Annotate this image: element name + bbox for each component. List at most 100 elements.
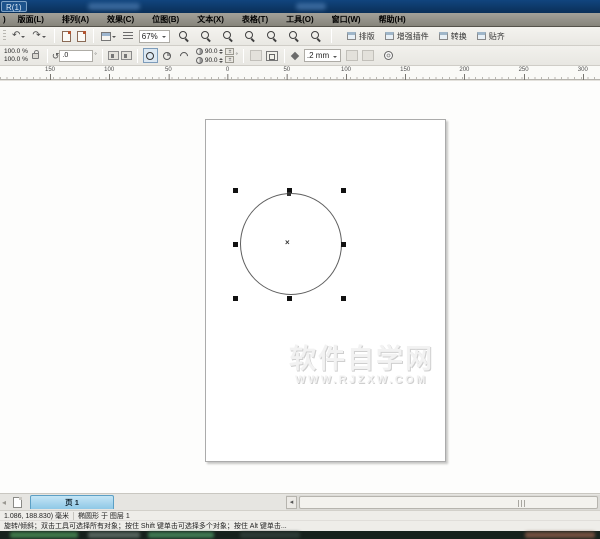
zoom-level-combobox[interactable]: 67% xyxy=(139,30,170,43)
menu-item[interactable]: 表格(T) xyxy=(233,14,277,25)
chevron-down-icon[interactable] xyxy=(21,36,25,40)
menu-item[interactable]: 效果(C) xyxy=(98,14,143,25)
taskbar-item[interactable] xyxy=(10,532,78,538)
ruler-label: 0 xyxy=(226,67,229,73)
selection-handle-bottom-left[interactable] xyxy=(233,296,238,301)
taskbar-item[interactable] xyxy=(148,532,214,538)
scrollbar-grip[interactable] xyxy=(518,500,525,507)
toolbar-text-button[interactable]: 增强插件 xyxy=(385,31,429,42)
menu-item[interactable]: 文本(X) xyxy=(188,14,233,25)
page-tab-1[interactable]: 页 1 xyxy=(30,495,114,509)
pie-mode-button[interactable] xyxy=(160,48,175,63)
window-icon xyxy=(439,32,448,40)
zoom-in-button[interactable] xyxy=(174,29,194,43)
scale-h-value[interactable]: 100.0 xyxy=(4,48,20,55)
zoom-out-button[interactable] xyxy=(196,29,216,43)
toolbar-text-button[interactable]: 转换 xyxy=(439,31,467,42)
object-center-mark[interactable]: × xyxy=(285,239,290,247)
toolbar-grip[interactable] xyxy=(3,30,6,42)
outline-width-combobox[interactable]: .2 mm xyxy=(304,49,341,62)
ruler-label: 250 xyxy=(519,67,529,73)
document-page[interactable]: 软件自学网 WWW.RJZXW.COM xyxy=(205,119,446,462)
ellipse-top-node[interactable] xyxy=(287,192,291,196)
ruler-label: 50 xyxy=(283,67,290,73)
taskbar-item[interactable] xyxy=(240,532,300,538)
angle-spinners[interactable] xyxy=(219,47,223,65)
toolbar-text-button-label: 贴齐 xyxy=(489,31,505,42)
toolbar-text-button[interactable]: 贴齐 xyxy=(477,31,505,42)
selection-handle-top-left[interactable] xyxy=(233,188,238,193)
selection-handle-middle-left[interactable] xyxy=(233,242,238,247)
mirror-vertical-icon[interactable] xyxy=(121,51,132,60)
zoom-all-objects-button[interactable] xyxy=(240,29,260,43)
outline-width-value: .2 mm xyxy=(307,51,329,60)
scroll-left-button[interactable]: ◂ xyxy=(286,496,297,509)
spinner-down-icon[interactable] xyxy=(219,61,223,65)
counterclockwise-button[interactable]: ± xyxy=(225,56,234,63)
menu-bar-items: 版面(L)排列(A)效果(C)位图(B)文本(X)表格(T)工具(O)窗口(W)… xyxy=(9,14,415,25)
menu-item[interactable]: 版面(L) xyxy=(9,14,53,25)
horizontal-scrollbar[interactable]: ◂ xyxy=(286,495,600,510)
app-launcher-button[interactable] xyxy=(99,31,119,42)
menu-item-partial[interactable]: ) xyxy=(0,15,9,24)
import-button[interactable] xyxy=(60,30,73,43)
horizontal-ruler[interactable]: 15010050050100150200250300 xyxy=(0,66,600,80)
zoom-page-button[interactable] xyxy=(262,29,282,43)
toolbar-text-button-label: 增强插件 xyxy=(397,31,429,42)
taskbar-item[interactable] xyxy=(88,532,140,538)
percent-label: % xyxy=(22,48,28,55)
spinner-up-icon[interactable] xyxy=(219,47,223,51)
export-button[interactable] xyxy=(75,30,88,43)
toolbar-separator xyxy=(331,29,332,43)
zoom-page-width-button[interactable] xyxy=(284,29,304,43)
app-launcher-icon xyxy=(101,32,111,41)
convert-to-curves-icon[interactable] xyxy=(266,51,278,61)
zoom-selected-button[interactable] xyxy=(218,29,238,43)
menu-item[interactable]: 排列(A) xyxy=(53,14,98,25)
menu-item[interactable]: 位图(B) xyxy=(143,14,188,25)
ellipse-mode-button[interactable] xyxy=(143,48,158,63)
taskbar[interactable] xyxy=(0,531,600,539)
selection-handle-top-right[interactable] xyxy=(341,188,346,193)
drawing-canvas[interactable]: 软件自学网 WWW.RJZXW.COM × xyxy=(0,80,600,493)
menu-item[interactable]: 窗口(W) xyxy=(323,14,370,25)
chevron-down-icon[interactable] xyxy=(112,36,116,40)
welcome-screen-button[interactable] xyxy=(121,31,135,42)
undo-button[interactable]: ↶ xyxy=(10,30,28,42)
lock-ratio-icon[interactable] xyxy=(32,53,39,59)
chevron-down-icon[interactable] xyxy=(42,36,46,40)
selection-handle-bottom-right[interactable] xyxy=(341,296,346,301)
clockwise-button[interactable]: ± xyxy=(225,48,234,55)
undo-icon: ↶ xyxy=(12,31,20,41)
window-icon xyxy=(347,32,356,40)
scrollbar-thumb[interactable] xyxy=(299,496,598,509)
previous-page-arrow-icon[interactable]: ◂ xyxy=(2,498,6,507)
rotation-angle-input[interactable] xyxy=(59,50,93,62)
menu-item[interactable]: 工具(O) xyxy=(277,14,323,25)
zoom-page-height-button[interactable] xyxy=(306,29,326,43)
selection-handle-middle-right[interactable] xyxy=(341,242,346,247)
ruler-label: 150 xyxy=(400,67,410,73)
taskbar-item[interactable] xyxy=(525,532,595,538)
title-bar[interactable]: R(1) xyxy=(0,0,600,13)
toolbar-separator xyxy=(137,49,138,63)
mirror-horizontal-icon[interactable] xyxy=(108,51,119,60)
wireframe-icon[interactable] xyxy=(384,51,393,60)
selection-handle-bottom-center[interactable] xyxy=(287,296,292,301)
start-angle-value[interactable]: 90.0 xyxy=(205,47,218,56)
zoom-all-objects-icon xyxy=(244,30,256,42)
add-page-icon[interactable] xyxy=(13,497,22,508)
arc-mode-button[interactable] xyxy=(177,48,192,63)
scale-v-value[interactable]: 100.0 xyxy=(4,56,20,63)
zoom-out-icon xyxy=(200,30,212,42)
toolbar-text-button[interactable]: 排版 xyxy=(347,31,375,42)
scale-factor-fields[interactable]: 100.0 % 100.0 % xyxy=(4,48,28,64)
menu-item[interactable]: 帮助(H) xyxy=(370,14,415,25)
redo-button[interactable]: ↷ xyxy=(30,30,48,42)
toolbar-separator xyxy=(284,49,285,63)
chevron-down-icon[interactable] xyxy=(162,36,166,40)
chevron-down-icon[interactable] xyxy=(333,56,337,60)
ellipse-object[interactable] xyxy=(240,193,342,295)
end-angle-value[interactable]: 90.0 xyxy=(205,56,218,65)
spinner-up-icon[interactable] xyxy=(219,56,223,60)
